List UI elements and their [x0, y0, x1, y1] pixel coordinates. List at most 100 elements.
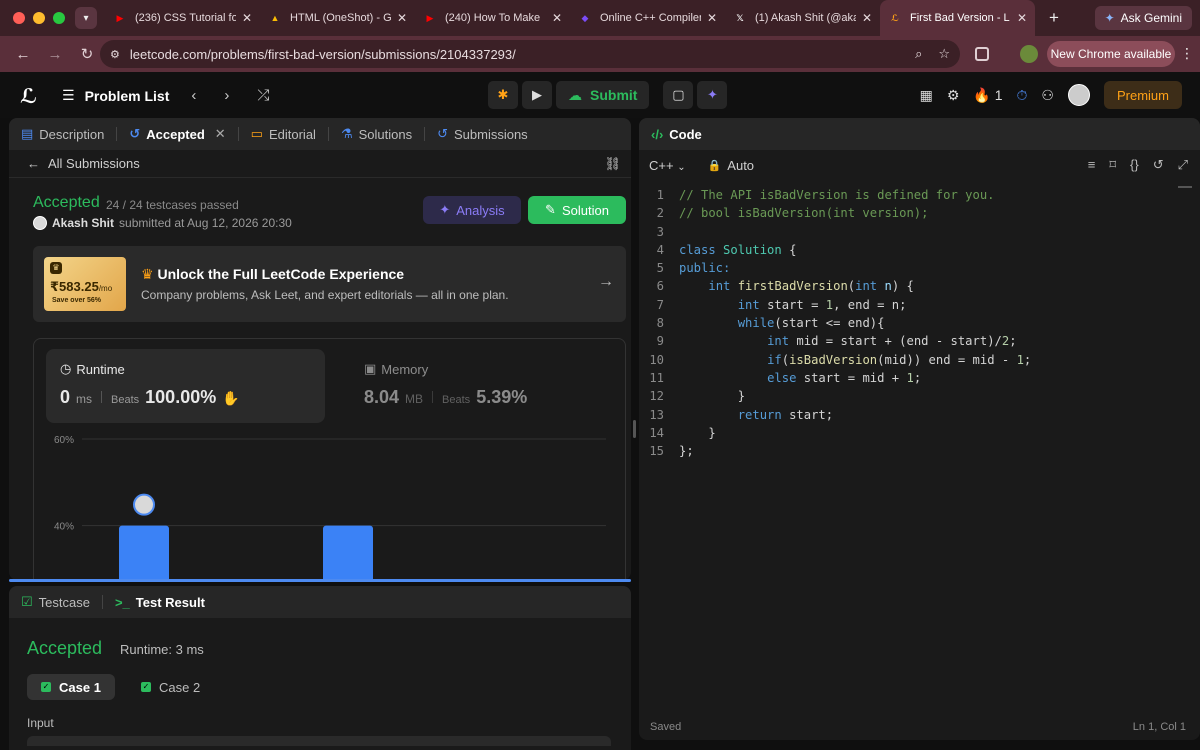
- close-tab-icon[interactable]: ✕: [707, 11, 717, 25]
- browser-tab[interactable]: ▶ (240) How To Make ✕: [415, 0, 570, 36]
- browser-tab[interactable]: 𝕏 (1) Akash Shit (@aka ✕: [725, 0, 880, 36]
- bookmark-icon[interactable]: ⌑: [1109, 157, 1116, 173]
- promo-arrow-icon[interactable]: →: [598, 273, 614, 291]
- close-tab-icon[interactable]: ✕: [862, 11, 872, 25]
- reset-icon[interactable]: ↺: [1153, 157, 1164, 173]
- code-editor[interactable]: 1 // The API isBadVersion is defined for …: [639, 186, 1200, 460]
- code-line[interactable]: 14 }: [639, 424, 1200, 442]
- runtime-distribution-chart[interactable]: 60%40%20%: [34, 339, 627, 580]
- submit-button[interactable]: ☁ Submit: [556, 81, 650, 109]
- auto-mode[interactable]: 🔒 Auto: [708, 158, 754, 173]
- zoom-icon[interactable]: ⌕: [915, 46, 922, 62]
- case-2-tab[interactable]: ✓ Case 2: [127, 674, 214, 700]
- author-name[interactable]: Akash Shit: [52, 216, 114, 230]
- tab-testcase[interactable]: ☑ Testcase: [9, 586, 102, 618]
- add-user-icon[interactable]: ⚇: [1041, 87, 1054, 104]
- extensions-icon[interactable]: [975, 47, 989, 61]
- user-avatar[interactable]: [1067, 84, 1090, 106]
- bookmark-star-icon[interactable]: ☆: [938, 46, 950, 62]
- next-problem-icon[interactable]: ›: [224, 87, 229, 104]
- site-info-icon[interactable]: ⚙: [110, 48, 120, 61]
- tab-search-button[interactable]: ▾: [75, 7, 97, 29]
- code-line[interactable]: 10 if(isBadVersion(mid)) end = mid - 1;: [639, 351, 1200, 369]
- forward-icon[interactable]: →: [46, 46, 64, 63]
- new-chrome-available-button[interactable]: New Chrome available: [1047, 41, 1175, 67]
- case-1-tab[interactable]: ✓ Case 1: [27, 674, 115, 700]
- ai-sparkle-icon[interactable]: ✦: [697, 81, 728, 109]
- back-icon[interactable]: ←: [14, 46, 32, 63]
- code-line[interactable]: 7 int start = 1, end = n;: [639, 296, 1200, 314]
- browser-tab[interactable]: ℒ First Bad Version - L ✕: [880, 0, 1035, 36]
- close-window-button[interactable]: [13, 12, 25, 24]
- shuffle-icon[interactable]: ⤮: [257, 87, 269, 104]
- close-tab-icon[interactable]: ✕: [1017, 11, 1027, 25]
- browser-tab[interactable]: ◆ Online C++ Compiler ✕: [570, 0, 725, 36]
- url-text[interactable]: leetcode.com/problems/first-bad-version/…: [130, 47, 516, 62]
- leetcode-logo-icon[interactable]: ℒ: [20, 84, 40, 108]
- ask-gemini-button[interactable]: ✦ Ask Gemini: [1094, 6, 1192, 30]
- close-tab-icon[interactable]: ✕: [215, 126, 226, 142]
- settings-gear-icon[interactable]: ⚙: [947, 87, 960, 104]
- youtube-icon: ▶: [426, 12, 434, 23]
- chrome-menu-icon[interactable]: ⋮: [1180, 45, 1194, 62]
- panel-resize-handle[interactable]: [9, 579, 631, 582]
- code-line[interactable]: 15};: [639, 442, 1200, 460]
- code-line[interactable]: 6 int firstBadVersion(int n) {: [639, 277, 1200, 295]
- testcases-passed: 24 / 24 testcases passed: [106, 198, 239, 212]
- language-select[interactable]: C++ ⌄: [649, 158, 686, 173]
- profile-avatar[interactable]: [1020, 45, 1038, 63]
- chart-bar[interactable]: [119, 525, 169, 580]
- new-tab-button[interactable]: +: [1049, 8, 1059, 28]
- code-line[interactable]: 2 // bool isBadVersion(int version);: [639, 204, 1200, 222]
- input-box[interactable]: [27, 736, 611, 746]
- tab-submissions[interactable]: ↺ Submissions: [425, 118, 540, 150]
- code-line[interactable]: 4 class Solution {: [639, 241, 1200, 259]
- your-submission-avatar[interactable]: [133, 493, 155, 516]
- format-icon[interactable]: ≡: [1088, 157, 1096, 173]
- list-icon[interactable]: ☰: [62, 87, 75, 104]
- tab-editorial[interactable]: ▭ Editorial: [239, 118, 328, 150]
- address-bar[interactable]: ⚙ leetcode.com/problems/first-bad-versio…: [100, 40, 960, 68]
- premium-promo-card[interactable]: ♛ ₹583.25/mo Save over 56% ♛ Unlock the …: [33, 246, 626, 322]
- prev-problem-icon[interactable]: ‹: [191, 87, 196, 104]
- tab-description[interactable]: ▤ Description: [9, 118, 116, 150]
- solution-button[interactable]: ✎ Solution: [528, 196, 626, 224]
- code-line[interactable]: 8 while(start <= end){: [639, 314, 1200, 332]
- streak-counter[interactable]: 🔥 1: [973, 87, 1002, 104]
- analysis-button[interactable]: ✦ Analysis: [423, 196, 521, 224]
- minimize-window-button[interactable]: [33, 12, 45, 24]
- tab-accepted[interactable]: ↺ Accepted ✕: [117, 118, 237, 150]
- chart-bar[interactable]: [323, 525, 373, 580]
- premium-button[interactable]: Premium: [1103, 81, 1182, 109]
- timer-icon[interactable]: ⏱: [1017, 87, 1028, 104]
- editor-scroll-marker: [1178, 186, 1192, 188]
- code-line[interactable]: 13 return start;: [639, 406, 1200, 424]
- tab-solutions[interactable]: ⚗ Solutions: [329, 118, 424, 150]
- code-line[interactable]: 12 }: [639, 387, 1200, 405]
- code-line[interactable]: 9 int mid = start + (end - start)/2;: [639, 332, 1200, 350]
- all-submissions-link[interactable]: All Submissions: [48, 156, 140, 171]
- close-tab-icon[interactable]: ✕: [242, 11, 252, 25]
- notes-icon[interactable]: ▢: [663, 81, 694, 109]
- reload-icon[interactable]: ↻: [78, 45, 96, 63]
- maximize-window-button[interactable]: [53, 12, 65, 24]
- braces-icon[interactable]: {}: [1130, 157, 1139, 173]
- line-number: 5: [656, 261, 664, 276]
- run-icon[interactable]: ▶: [522, 81, 552, 109]
- share-link-icon[interactable]: ⛓: [604, 156, 621, 172]
- code-line[interactable]: 5 public:: [639, 259, 1200, 277]
- back-arrow-icon[interactable]: ←: [27, 156, 40, 171]
- close-tab-icon[interactable]: ✕: [397, 11, 407, 25]
- code-line[interactable]: 11 else start = mid + 1;: [639, 369, 1200, 387]
- debug-icon[interactable]: ✱: [488, 81, 518, 109]
- code-line[interactable]: 3: [639, 223, 1200, 241]
- problem-list-link[interactable]: Problem List: [85, 88, 170, 104]
- browser-tab[interactable]: ▲ HTML (OneShot) - G ✕: [260, 0, 415, 36]
- vertical-resize-handle[interactable]: [633, 420, 636, 438]
- code-line[interactable]: 1 // The API isBadVersion is defined for …: [639, 186, 1200, 204]
- fullscreen-icon[interactable]: ⤢: [1178, 157, 1188, 173]
- tab-test-result[interactable]: >_ Test Result: [103, 586, 217, 618]
- layout-icon[interactable]: ▦: [920, 87, 933, 104]
- close-tab-icon[interactable]: ✕: [552, 11, 562, 25]
- browser-tab[interactable]: ▶ (236) CSS Tutorial fo ✕: [105, 0, 260, 36]
